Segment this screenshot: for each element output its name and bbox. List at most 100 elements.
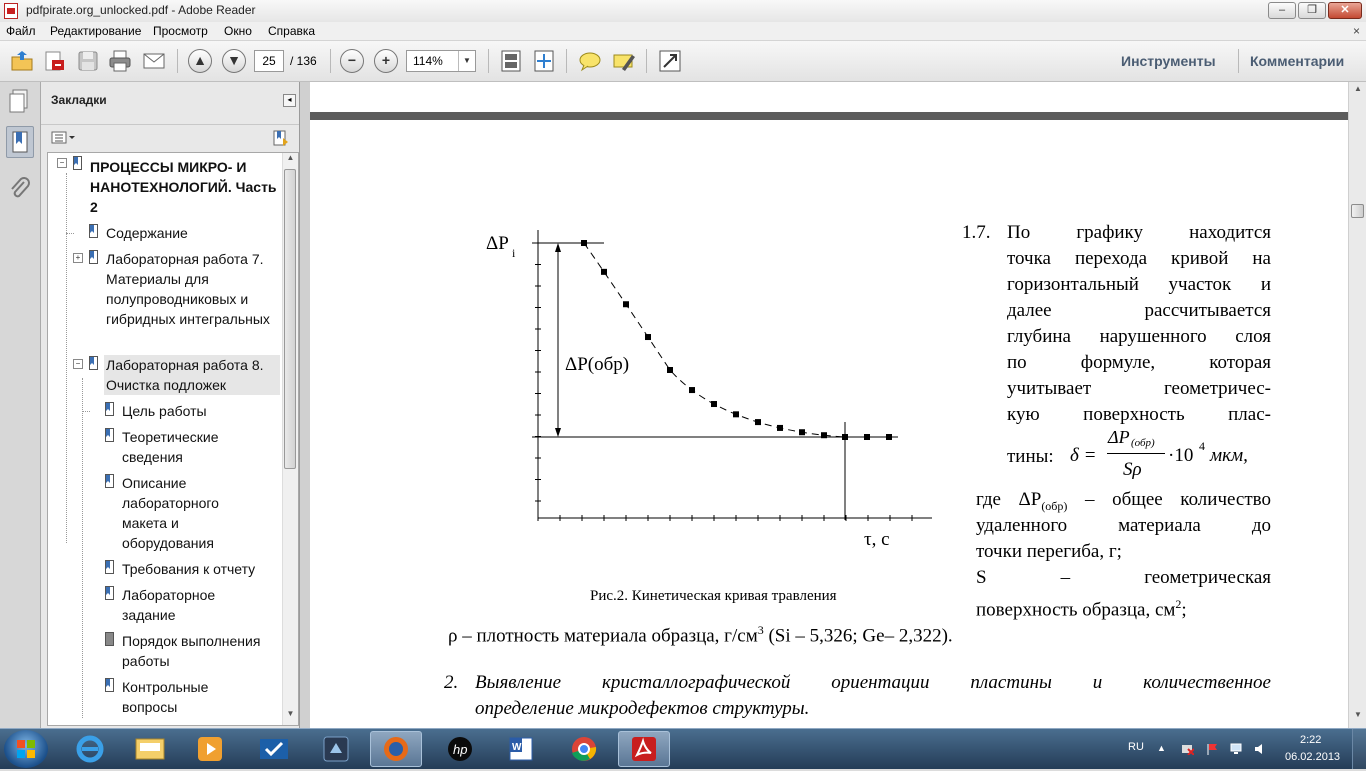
bookmark-item[interactable]: Требования к отчету — [122, 559, 278, 579]
previous-page — [310, 82, 1348, 112]
close-document-icon[interactable]: × — [1353, 24, 1360, 38]
new-bookmark-icon[interactable] — [271, 129, 289, 147]
menu-view[interactable]: Просмотр — [153, 24, 208, 38]
comments-button[interactable]: Комментарии — [1250, 53, 1344, 69]
formula-denominator: Sρ — [1123, 459, 1142, 480]
close-button[interactable]: ✕ — [1328, 2, 1362, 19]
scroll-up-icon[interactable]: ▲ — [1349, 84, 1366, 98]
bookmark-item[interactable]: Теоретические сведения — [122, 427, 242, 467]
clock-date[interactable]: 06.02.2013 — [1285, 751, 1340, 763]
start-button[interactable] — [4, 730, 48, 768]
expand-icon[interactable]: + — [73, 253, 83, 263]
open-icon[interactable] — [10, 49, 34, 73]
menu-window[interactable]: Окно — [224, 24, 252, 38]
bookmark-icon — [89, 224, 98, 238]
collapse-panel-button[interactable]: ◂ — [283, 94, 296, 107]
volume-icon[interactable] — [1254, 743, 1266, 755]
scroll-down-icon[interactable]: ▼ — [283, 709, 298, 723]
file-explorer-icon[interactable] — [124, 731, 176, 767]
page-thumbnails-icon[interactable] — [6, 86, 34, 118]
kinetic-curve — [583, 242, 892, 438]
save-icon[interactable] — [76, 49, 100, 73]
bookmark-root[interactable]: ПРОЦЕССЫ МИКРО- И НАНОТЕХНОЛОГИЙ. Часть … — [90, 157, 280, 217]
task-app-icon[interactable] — [248, 731, 300, 767]
firefox-icon[interactable] — [370, 731, 422, 767]
show-desktop-button[interactable] — [1352, 729, 1366, 769]
bookmark-item[interactable]: Лабораторная работа 7. Материалы для пол… — [106, 249, 278, 329]
clock-time[interactable]: 2:22 — [1300, 734, 1321, 746]
bookmark-item[interactable]: Порядок выполнения работы — [122, 631, 282, 671]
rho-text: (Si – 5,326; Ge– 2,322). — [763, 625, 953, 647]
toolbar-separator — [330, 49, 331, 73]
menu-help[interactable]: Справка — [268, 24, 315, 38]
bookmarks-scrollbar[interactable]: ▲ ▼ — [282, 153, 298, 725]
internet-explorer-icon[interactable] — [64, 731, 116, 767]
bookmarks-panel-icon[interactable] — [6, 126, 34, 158]
scroll-thumb[interactable] — [284, 169, 296, 469]
where-text: ; — [1181, 599, 1187, 621]
zoom-out-icon[interactable]: − — [340, 49, 364, 73]
formula-factor: ·10 — [1168, 445, 1194, 466]
zoom-in-icon[interactable]: + — [374, 49, 398, 73]
kmplayer-icon[interactable] — [310, 731, 362, 767]
highlight-icon[interactable] — [612, 49, 636, 73]
menu-edit[interactable]: Редактирование — [50, 24, 141, 38]
collapse-icon[interactable]: − — [73, 359, 83, 369]
menu-file[interactable]: Файл — [6, 24, 36, 38]
chrome-icon[interactable] — [558, 731, 610, 767]
show-hidden-icons-icon[interactable]: ▲ — [1157, 743, 1169, 755]
x-axis-label: τ, с — [864, 529, 890, 550]
zoom-value: 114% — [413, 54, 443, 68]
zoom-select[interactable]: 114% ▼ — [406, 50, 476, 72]
data-point-marker — [864, 434, 870, 440]
hp-icon[interactable]: hp — [434, 731, 486, 767]
collapse-icon[interactable]: − — [57, 158, 67, 168]
arrow-up-icon — [555, 243, 561, 252]
taskbar: hp W RU ▲ 2:22 06.02.2013 — [0, 728, 1366, 769]
paragraph-line: глубина нарушенного слоя — [1007, 326, 1271, 347]
flag-icon[interactable] — [1206, 743, 1218, 755]
previous-page-icon[interactable]: ▲ — [188, 49, 212, 73]
adobe-reader-taskbar-icon[interactable] — [618, 731, 670, 767]
scroll-down-icon[interactable]: ▼ — [1349, 710, 1366, 724]
minimize-button[interactable]: ‒ — [1268, 2, 1296, 19]
bookmark-item[interactable]: Описание лабораторного макета и оборудов… — [122, 473, 242, 553]
data-point-marker — [667, 367, 673, 373]
next-page-icon[interactable]: ▼ — [222, 49, 246, 73]
data-point-marker — [623, 301, 629, 308]
bookmark-item-selected[interactable]: Лабораторная работа 8. Очистка подложек — [104, 355, 280, 395]
fit-page-icon[interactable] — [532, 49, 556, 73]
media-player-icon[interactable] — [184, 731, 236, 767]
restore-button[interactable]: ❐ — [1298, 2, 1326, 19]
attachments-icon[interactable] — [6, 174, 34, 206]
bookmarks-tree: − ПРОЦЕССЫ МИКРО- И НАНОТЕХНОЛОГИЙ. Част… — [47, 152, 299, 726]
page-layout-icon[interactable] — [499, 49, 523, 73]
expand-icon[interactable] — [658, 49, 682, 73]
item-number: 2. — [444, 672, 459, 693]
word-icon[interactable]: W — [496, 731, 548, 767]
network-icon[interactable] — [1230, 743, 1242, 755]
create-pdf-icon[interactable] — [42, 49, 66, 73]
bookmark-item[interactable]: Лабораторное задание — [122, 585, 242, 625]
bookmark-item[interactable]: Контрольные вопросы — [122, 677, 242, 717]
toolbar-separator — [566, 49, 567, 73]
bookmark-item[interactable]: Содержание — [106, 223, 278, 243]
tools-button[interactable]: Инструменты — [1121, 53, 1216, 69]
page-number-input[interactable]: 25 — [254, 50, 284, 72]
comment-icon[interactable] — [578, 49, 602, 73]
print-icon[interactable] — [108, 49, 132, 73]
scroll-up-icon[interactable]: ▲ — [283, 153, 298, 167]
document-scrollbar[interactable]: ▲ ▼ — [1348, 82, 1366, 728]
language-indicator[interactable]: RU — [1128, 741, 1144, 753]
chevron-down-icon[interactable]: ▼ — [458, 51, 475, 71]
menu-bar: Файл Редактирование Просмотр Окно Справк… — [0, 22, 1366, 41]
bookmark-item[interactable]: Цель работы — [122, 401, 278, 421]
options-menu-icon[interactable] — [51, 131, 75, 145]
scroll-thumb[interactable] — [1351, 204, 1364, 218]
panel-splitter[interactable] — [300, 82, 310, 728]
email-icon[interactable] — [142, 49, 166, 73]
bookmark-icon — [105, 428, 114, 442]
formula-lhs: δ = — [1070, 445, 1097, 466]
data-points — [581, 240, 892, 440]
network-warning-icon[interactable] — [1182, 743, 1195, 756]
